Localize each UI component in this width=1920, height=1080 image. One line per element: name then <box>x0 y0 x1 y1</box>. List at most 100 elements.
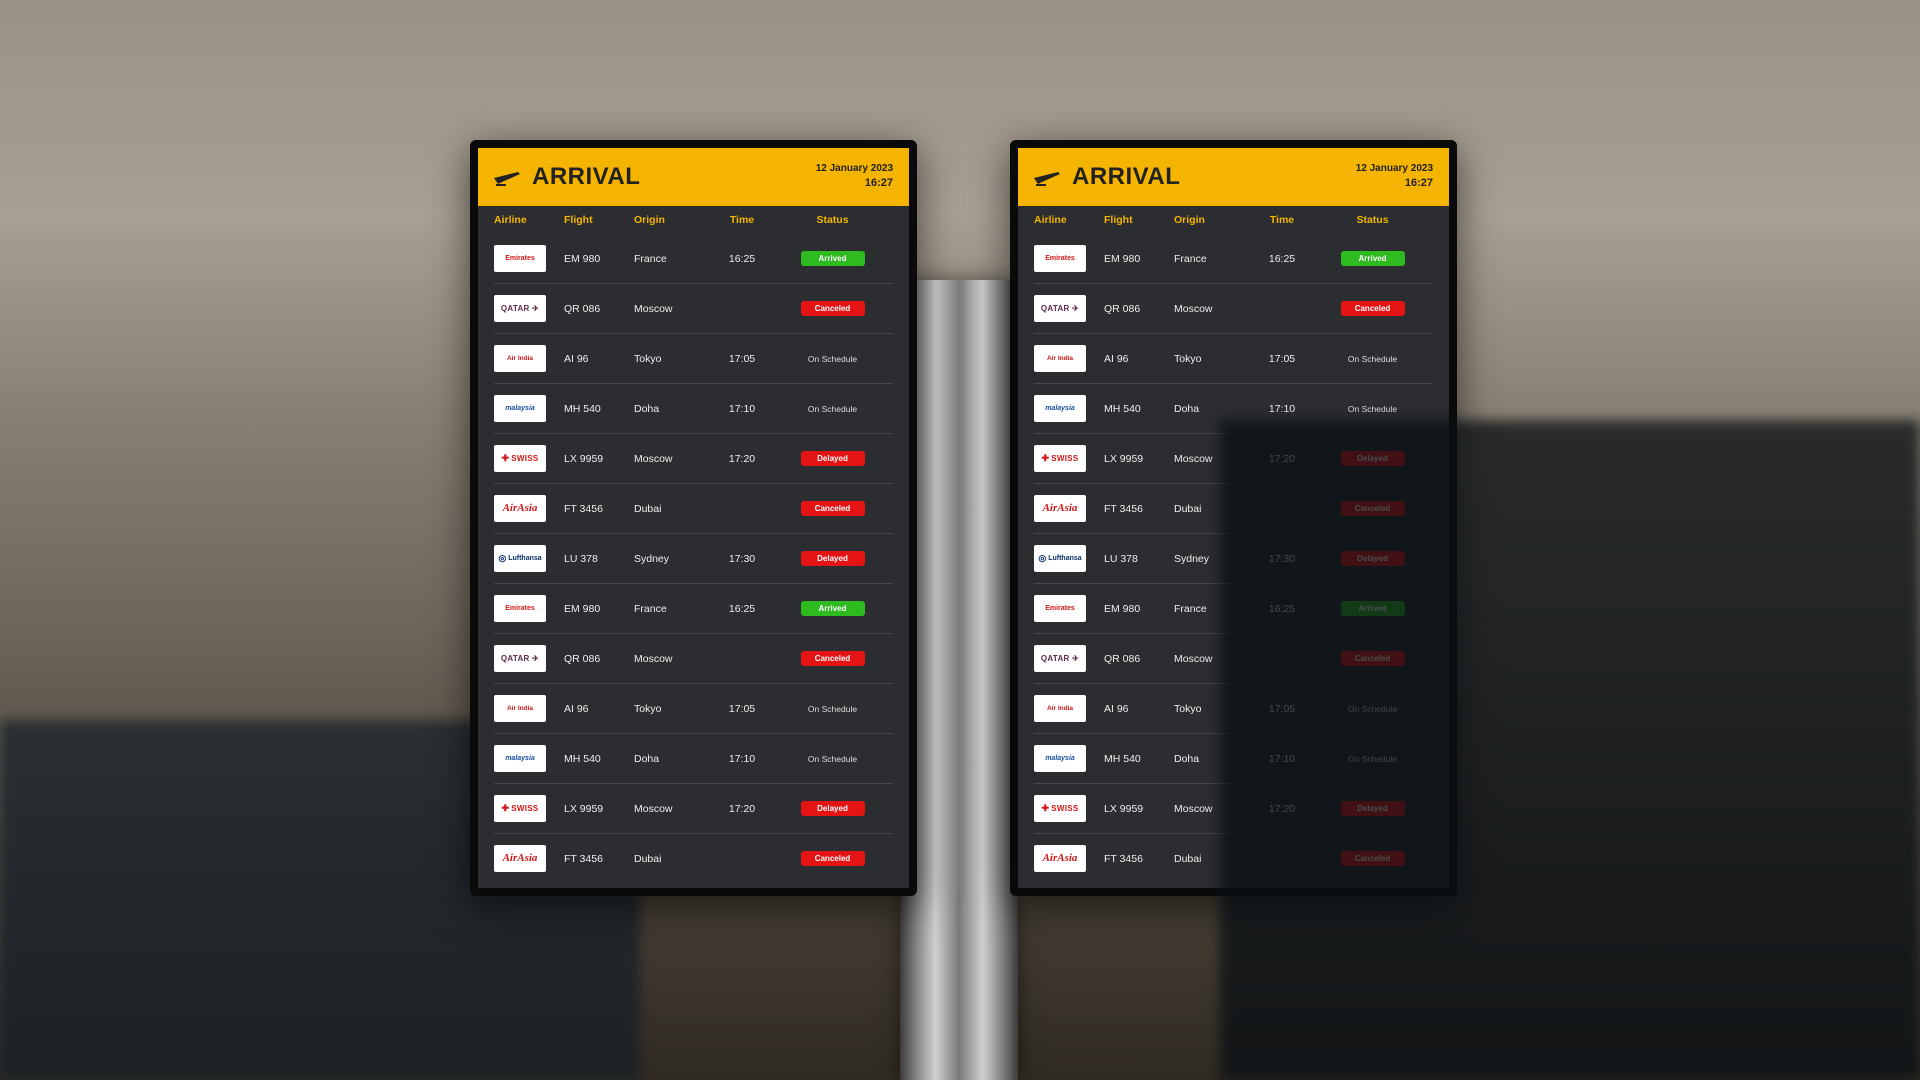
flight-row: Air IndiaAI 96Tokyo17:05On Schedule <box>494 334 893 384</box>
flight-status-cell: Canceled <box>1312 301 1433 316</box>
flight-status: Canceled <box>801 301 865 316</box>
flight-row: Air IndiaAI 96Tokyo17:05On Schedule <box>1034 334 1433 384</box>
airline-logo: SWISS <box>494 445 546 472</box>
flight-origin: France <box>1174 603 1252 615</box>
airline-logo: AirAsia <box>494 495 546 522</box>
flight-status-cell: Arrived <box>1312 251 1433 266</box>
flight-row: Air IndiaAI 96Tokyo17:05On Schedule <box>1034 684 1433 734</box>
flight-status-cell: Arrived <box>772 251 893 266</box>
flight-status: Canceled <box>1341 301 1405 316</box>
col-airline: Airline <box>1034 214 1104 226</box>
flight-number: QR 086 <box>1104 653 1174 665</box>
flight-status-cell: On Schedule <box>772 404 893 414</box>
flight-status-cell: Delayed <box>772 551 893 566</box>
flight-row: SWISS LX 9959Moscow17:20Delayed <box>494 434 893 484</box>
flight-origin: Doha <box>634 403 712 415</box>
flight-number: AI 96 <box>1104 353 1174 365</box>
airline-logo: malaysia <box>494 745 546 772</box>
arrival-board-right: ARRIVAL 12 January 2023 16:27 Airline Fl… <box>1010 140 1457 896</box>
flight-status-cell: Arrived <box>1312 601 1433 616</box>
flight-row: LufthansaLU 378Sydney17:30Delayed <box>494 534 893 584</box>
airline-logo: AirAsia <box>1034 495 1086 522</box>
flight-status-cell: Delayed <box>772 801 893 816</box>
flight-status-cell: Canceled <box>772 651 893 666</box>
flight-row: AirAsiaFT 3456DubaiCanceled <box>1034 484 1433 534</box>
flight-status: Delayed <box>1341 551 1405 566</box>
flight-status-cell: On Schedule <box>1312 754 1433 764</box>
flight-number: MH 540 <box>1104 753 1174 765</box>
flight-time: 17:10 <box>1252 753 1312 765</box>
flight-status: Canceled <box>801 651 865 666</box>
flight-time: 16:25 <box>1252 253 1312 265</box>
flight-number: LX 9959 <box>564 803 634 815</box>
airline-logo: Air India <box>494 345 546 372</box>
flight-row: Air IndiaAI 96Tokyo17:05On Schedule <box>494 684 893 734</box>
flight-status: Arrived <box>801 251 865 266</box>
airport-background: ARRIVAL 12 January 2023 16:27 Airline Fl… <box>0 0 1920 1080</box>
flight-row: AirAsiaFT 3456DubaiCanceled <box>494 834 893 883</box>
col-time: Time <box>1252 214 1312 226</box>
flight-status: Delayed <box>801 801 865 816</box>
flight-status: Delayed <box>801 551 865 566</box>
col-status: Status <box>1312 214 1433 226</box>
flight-rows-left: EmiratesEM 980France16:25ArrivedQATAR ✈Q… <box>478 234 909 883</box>
flight-row: EmiratesEM 980France16:25Arrived <box>1034 234 1433 284</box>
flight-status: Canceled <box>1341 851 1405 866</box>
flight-status-cell: Delayed <box>772 451 893 466</box>
arrival-board-left: ARRIVAL 12 January 2023 16:27 Airline Fl… <box>470 140 917 896</box>
column-header-row: Airline Flight Origin Time Status <box>1018 206 1449 234</box>
flight-time: 17:10 <box>1252 403 1312 415</box>
flight-time: 17:30 <box>712 553 772 565</box>
flight-status: On Schedule <box>1348 404 1397 414</box>
flight-origin: Tokyo <box>1174 353 1252 365</box>
airline-logo: Emirates <box>494 245 546 272</box>
flight-origin: Dubai <box>1174 853 1252 865</box>
airline-logo: SWISS <box>494 795 546 822</box>
flight-number: QR 086 <box>564 653 634 665</box>
flight-row: SWISSLX 9959Moscow17:20Delayed <box>494 784 893 834</box>
flight-origin: Moscow <box>634 453 712 465</box>
airline-logo: Emirates <box>1034 245 1086 272</box>
flight-time: 16:25 <box>1252 603 1312 615</box>
flight-number: FT 3456 <box>564 853 634 865</box>
flight-time: 17:05 <box>712 703 772 715</box>
flight-status: On Schedule <box>808 354 857 364</box>
board-title: ARRIVAL <box>532 163 640 191</box>
flight-number: FT 3456 <box>1104 503 1174 515</box>
col-time: Time <box>712 214 772 226</box>
col-flight: Flight <box>1104 214 1174 226</box>
flight-row: SWISSLX 9959Moscow17:20Delayed <box>1034 434 1433 484</box>
flight-status: On Schedule <box>808 704 857 714</box>
col-origin: Origin <box>1174 214 1252 226</box>
flight-row: malaysiaMH 540Doha17:10On Schedule <box>1034 734 1433 784</box>
flight-row: malaysiaMH 540Doha17:10On Schedule <box>494 734 893 784</box>
flight-time: 17:20 <box>712 453 772 465</box>
flight-row: QATAR ✈QR 086MoscowCanceled <box>494 284 893 334</box>
board-date: 12 January 2023 <box>1356 162 1433 176</box>
flight-status-cell: Delayed <box>1312 451 1433 466</box>
flight-status: Delayed <box>1341 451 1405 466</box>
flight-row: EmiratesEM 980France16:25Arrived <box>494 234 893 284</box>
airline-logo: AirAsia <box>494 845 546 872</box>
flight-number: AI 96 <box>1104 703 1174 715</box>
flight-row: QATAR ✈QR 086MoscowCanceled <box>494 634 893 684</box>
column-header-row: Airline Flight Origin Time Status <box>478 206 909 234</box>
flight-status: Canceled <box>1341 651 1405 666</box>
flight-origin: Dubai <box>634 853 712 865</box>
flight-row: QATAR ✈QR 086MoscowCanceled <box>1034 634 1433 684</box>
airline-logo: malaysia <box>494 395 546 422</box>
flight-status-cell: On Schedule <box>1312 354 1433 364</box>
flight-number: LX 9959 <box>564 453 634 465</box>
flight-origin: Moscow <box>634 803 712 815</box>
flight-origin: Tokyo <box>634 703 712 715</box>
airline-logo: Lufthansa <box>1034 545 1086 572</box>
flight-status: Arrived <box>1341 251 1405 266</box>
flight-number: FT 3456 <box>1104 853 1174 865</box>
col-flight: Flight <box>564 214 634 226</box>
flight-status: Arrived <box>1341 601 1405 616</box>
flight-number: EM 980 <box>564 603 634 615</box>
flight-status-cell: On Schedule <box>1312 704 1433 714</box>
airline-logo: malaysia <box>1034 745 1086 772</box>
board-title: ARRIVAL <box>1072 163 1180 191</box>
flight-number: LX 9959 <box>1104 803 1174 815</box>
